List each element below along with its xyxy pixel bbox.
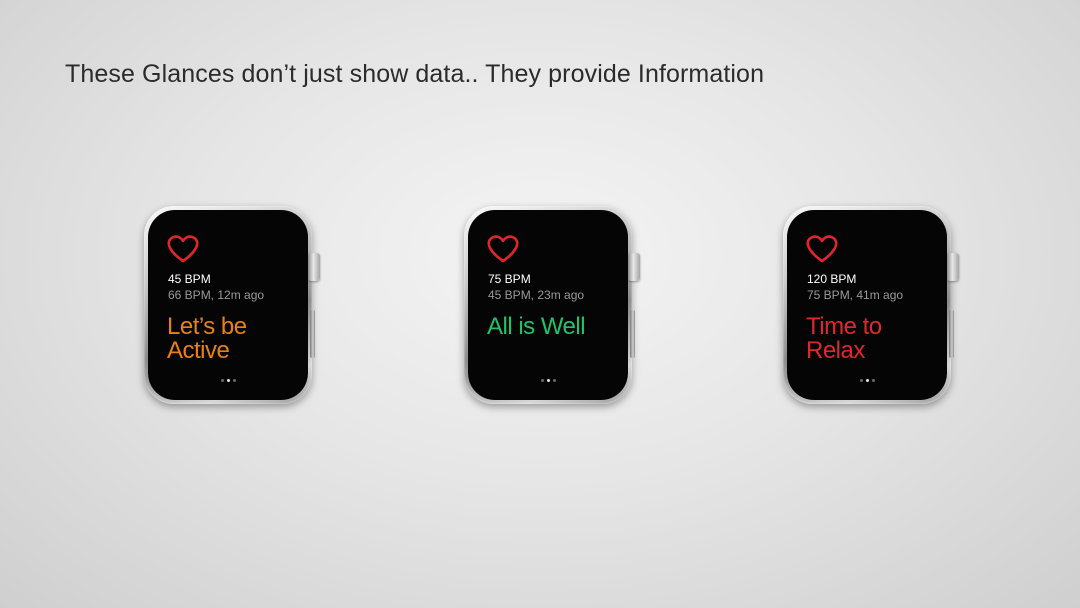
digital-crown bbox=[308, 253, 320, 281]
digital-crown bbox=[947, 253, 959, 281]
page-dot bbox=[859, 379, 863, 382]
watch-glance-low-bpm: 45 BPM 66 BPM, 12m ago Let’s be Active bbox=[144, 206, 324, 406]
status-message: Let’s be Active bbox=[167, 315, 297, 363]
side-button bbox=[949, 310, 954, 358]
current-bpm: 75 BPM bbox=[488, 272, 531, 286]
current-bpm: 120 BPM bbox=[807, 272, 857, 286]
side-button bbox=[630, 310, 635, 358]
status-message: Time to Relax bbox=[806, 315, 936, 363]
watch-screen: 120 BPM 75 BPM, 41m ago Time to Relax bbox=[801, 228, 936, 382]
watch-screen: 75 BPM 45 BPM, 23m ago All is Well bbox=[482, 228, 617, 382]
watch-glance-high-bpm: 120 BPM 75 BPM, 41m ago Time to Relax bbox=[783, 206, 963, 406]
slide-title: These Glances don’t just show data.. The… bbox=[65, 60, 765, 88]
status-message: All is Well bbox=[487, 315, 617, 339]
page-dot-active bbox=[865, 379, 869, 382]
heart-icon bbox=[487, 235, 519, 263]
digital-crown bbox=[628, 253, 640, 281]
page-indicator bbox=[216, 379, 240, 383]
page-dot bbox=[220, 379, 224, 382]
current-bpm: 45 BPM bbox=[168, 272, 211, 286]
status-message-line-1: Let’s be bbox=[167, 313, 247, 340]
previous-bpm: 66 BPM, 12m ago bbox=[168, 288, 265, 302]
page-dot bbox=[552, 379, 556, 382]
heart-icon bbox=[167, 235, 199, 263]
previous-bpm: 45 BPM, 23m ago bbox=[488, 288, 585, 302]
status-message-line-2: Relax bbox=[806, 337, 865, 364]
page-indicator bbox=[536, 379, 560, 383]
page-dot bbox=[232, 379, 236, 382]
previous-bpm: 75 BPM, 41m ago bbox=[807, 288, 904, 302]
status-message-line-1: All is Well bbox=[487, 313, 586, 340]
watch-glance-normal-bpm: 75 BPM 45 BPM, 23m ago All is Well bbox=[464, 206, 644, 406]
watch-screen: 45 BPM 66 BPM, 12m ago Let’s be Active bbox=[162, 228, 297, 382]
page-dot-active bbox=[546, 379, 550, 382]
heart-icon bbox=[806, 235, 838, 263]
page-dot bbox=[540, 379, 544, 382]
page-dot-active bbox=[226, 379, 230, 382]
status-message-line-2: Active bbox=[167, 337, 230, 364]
status-message-line-1: Time to bbox=[806, 313, 882, 340]
page-indicator bbox=[855, 379, 879, 383]
side-button bbox=[310, 310, 315, 358]
page-dot bbox=[871, 379, 875, 382]
